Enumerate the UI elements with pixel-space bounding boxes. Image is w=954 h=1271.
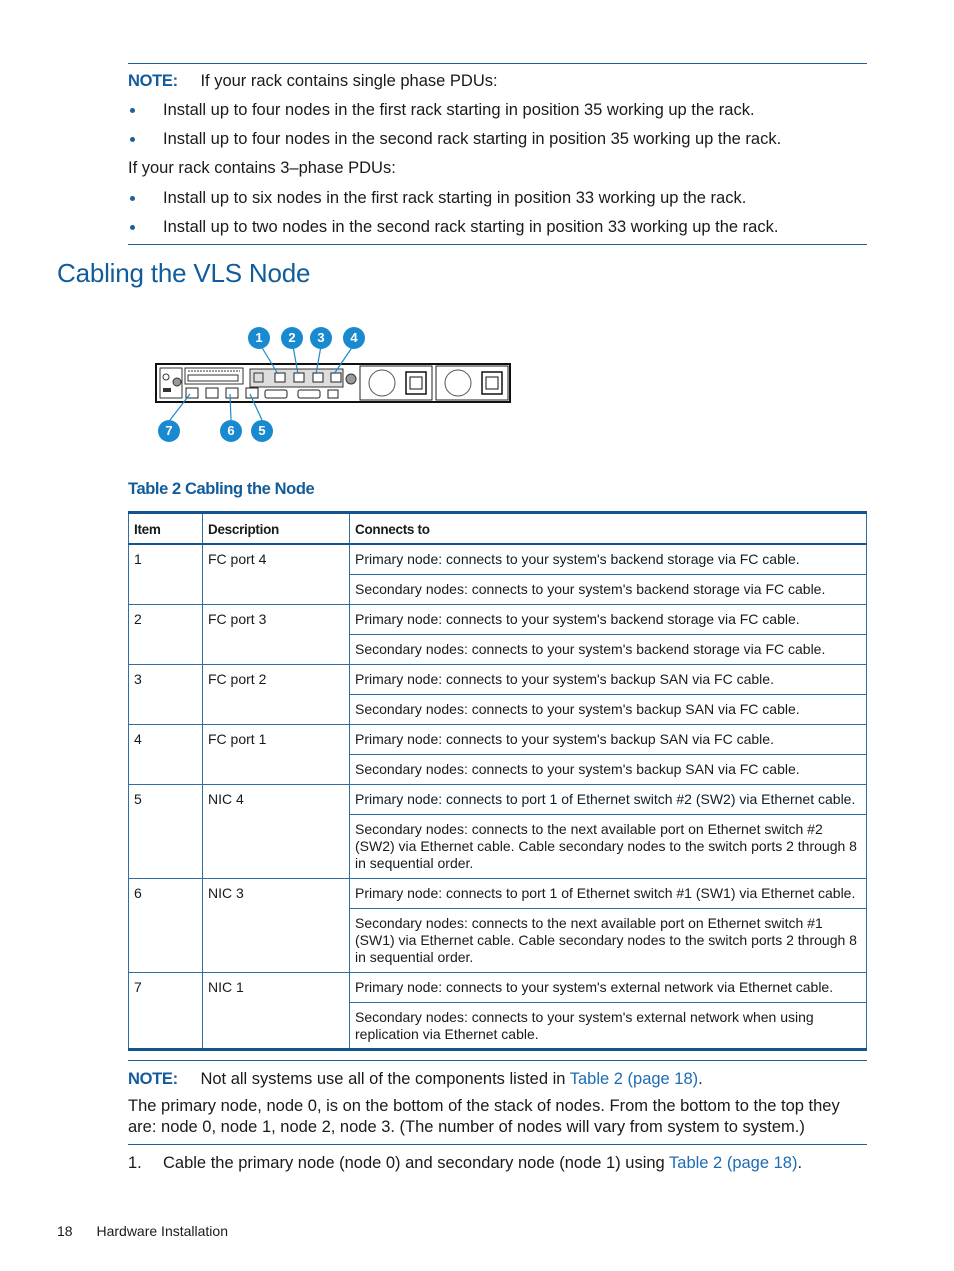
cell-description: FC port 3 [202, 603, 350, 665]
cell-secondary: Secondary nodes: connects to your system… [349, 693, 867, 725]
header-item: Item [128, 512, 203, 545]
callout-6: 6 [220, 420, 242, 442]
note-bottom-text: Not all systems use all of the component… [200, 1070, 570, 1088]
note-paragraph-line-1: The primary node, node 0, is on the bott… [128, 1097, 840, 1115]
cell-description: NIC 3 [202, 877, 350, 973]
cell-secondary: Secondary nodes: connects to the next av… [349, 813, 867, 879]
table-2-link[interactable]: Table 2 (page 18) [669, 1154, 797, 1172]
cell-primary: Primary node: connects to port 1 of Ethe… [349, 877, 867, 909]
cell-item: 3 [128, 663, 203, 725]
table-caption: Table 2 Cabling the Node [128, 480, 315, 498]
table-row: 7 NIC 1 Primary node: connects to your s… [128, 971, 867, 1050]
callout-1: 1 [248, 327, 270, 349]
note-intro: If your rack contains single phase PDUs: [200, 72, 498, 90]
table-row: 4 FC port 1 Primary node: connects to yo… [128, 723, 867, 785]
callout-4: 4 [343, 327, 365, 349]
note-bottom-tail: . [698, 1070, 703, 1088]
cell-description: FC port 2 [202, 663, 350, 725]
note-top-rule-bottom [128, 244, 867, 245]
note-top-intro-line: NOTE: If your rack contains single phase… [128, 71, 498, 91]
cell-secondary: Secondary nodes: connects to your system… [349, 753, 867, 785]
note-paragraph-line-2: are: node 0, node 1, node 2, node 3. (Th… [128, 1118, 805, 1136]
callout-2: 2 [281, 327, 303, 349]
page-number: 18 [57, 1223, 73, 1239]
cell-item: 1 [128, 543, 203, 605]
note-bottom-rule-end [128, 1144, 867, 1145]
bullet-icon [130, 196, 135, 201]
table-row: 5 NIC 4 Primary node: connects to port 1… [128, 783, 867, 879]
callout-3: 3 [310, 327, 332, 349]
cell-item: 4 [128, 723, 203, 785]
cell-primary: Primary node: connects to port 1 of Ethe… [349, 783, 867, 815]
cell-description: FC port 4 [202, 543, 350, 605]
cell-description: FC port 1 [202, 723, 350, 785]
note-label: NOTE: [128, 1070, 178, 1088]
cell-description: NIC 4 [202, 783, 350, 879]
cell-secondary: Secondary nodes: connects to your system… [349, 573, 867, 605]
cell-item: 5 [128, 783, 203, 879]
table-row: 6 NIC 3 Primary node: connects to port 1… [128, 877, 867, 973]
bullet-icon [130, 225, 135, 230]
cell-secondary: Secondary nodes: connects to your system… [349, 633, 867, 665]
step-number: 1. [128, 1154, 142, 1172]
table-header-row: Item Description Connects to [128, 512, 867, 545]
note-list-item: Install up to two nodes in the second ra… [163, 218, 779, 236]
cabling-table: Item Description Connects to 1 FC port 4… [128, 511, 867, 1051]
cell-primary: Primary node: connects to your system's … [349, 971, 867, 1003]
section-title: Cabling the VLS Node [57, 258, 311, 288]
three-phase-intro: If your rack contains 3–phase PDUs: [128, 159, 396, 177]
callout-7: 7 [158, 420, 180, 442]
note-top-rule [128, 63, 867, 64]
cell-primary: Primary node: connects to your system's … [349, 723, 867, 755]
cell-description: NIC 1 [202, 971, 350, 1050]
cell-primary: Primary node: connects to your system's … [349, 543, 867, 575]
table-row: 1 FC port 4 Primary node: connects to yo… [128, 543, 867, 605]
cell-primary: Primary node: connects to your system's … [349, 603, 867, 635]
server-rear-figure: 1 2 3 4 7 6 5 [150, 322, 520, 447]
table-2-link[interactable]: Table 2 (page 18) [570, 1070, 698, 1088]
table-row: 2 FC port 3 Primary node: connects to yo… [128, 603, 867, 665]
cell-item: 7 [128, 971, 203, 1050]
bullet-icon [130, 137, 135, 142]
cell-secondary: Secondary nodes: connects to the next av… [349, 907, 867, 973]
step-1: 1. Cable the primary node (node 0) and se… [128, 1153, 802, 1173]
note-bottom-line: NOTE: Not all systems use all of the com… [128, 1069, 703, 1089]
server-rear-panel-illustration [155, 345, 511, 421]
note-bottom-rule [128, 1060, 867, 1061]
note-list-item: Install up to six nodes in the first rac… [163, 189, 747, 207]
footer-section: Hardware Installation [96, 1223, 228, 1239]
cell-item: 2 [128, 603, 203, 665]
header-description: Description [202, 512, 350, 545]
note-list-item: Install up to four nodes in the first ra… [163, 101, 755, 119]
cell-primary: Primary node: connects to your system's … [349, 663, 867, 695]
page-footer: 18 Hardware Installation [57, 1223, 228, 1239]
callout-5: 5 [251, 420, 273, 442]
bullet-icon [130, 108, 135, 113]
step-text: Cable the primary node (node 0) and seco… [163, 1154, 670, 1172]
cell-item: 6 [128, 877, 203, 973]
note-label: NOTE: [128, 72, 178, 90]
step-tail: . [797, 1154, 803, 1172]
header-connects-to: Connects to [349, 512, 867, 545]
table-row: 3 FC port 2 Primary node: connects to yo… [128, 663, 867, 725]
note-list-item: Install up to four nodes in the second r… [163, 130, 782, 148]
cell-secondary: Secondary nodes: connects to your system… [349, 1001, 867, 1050]
